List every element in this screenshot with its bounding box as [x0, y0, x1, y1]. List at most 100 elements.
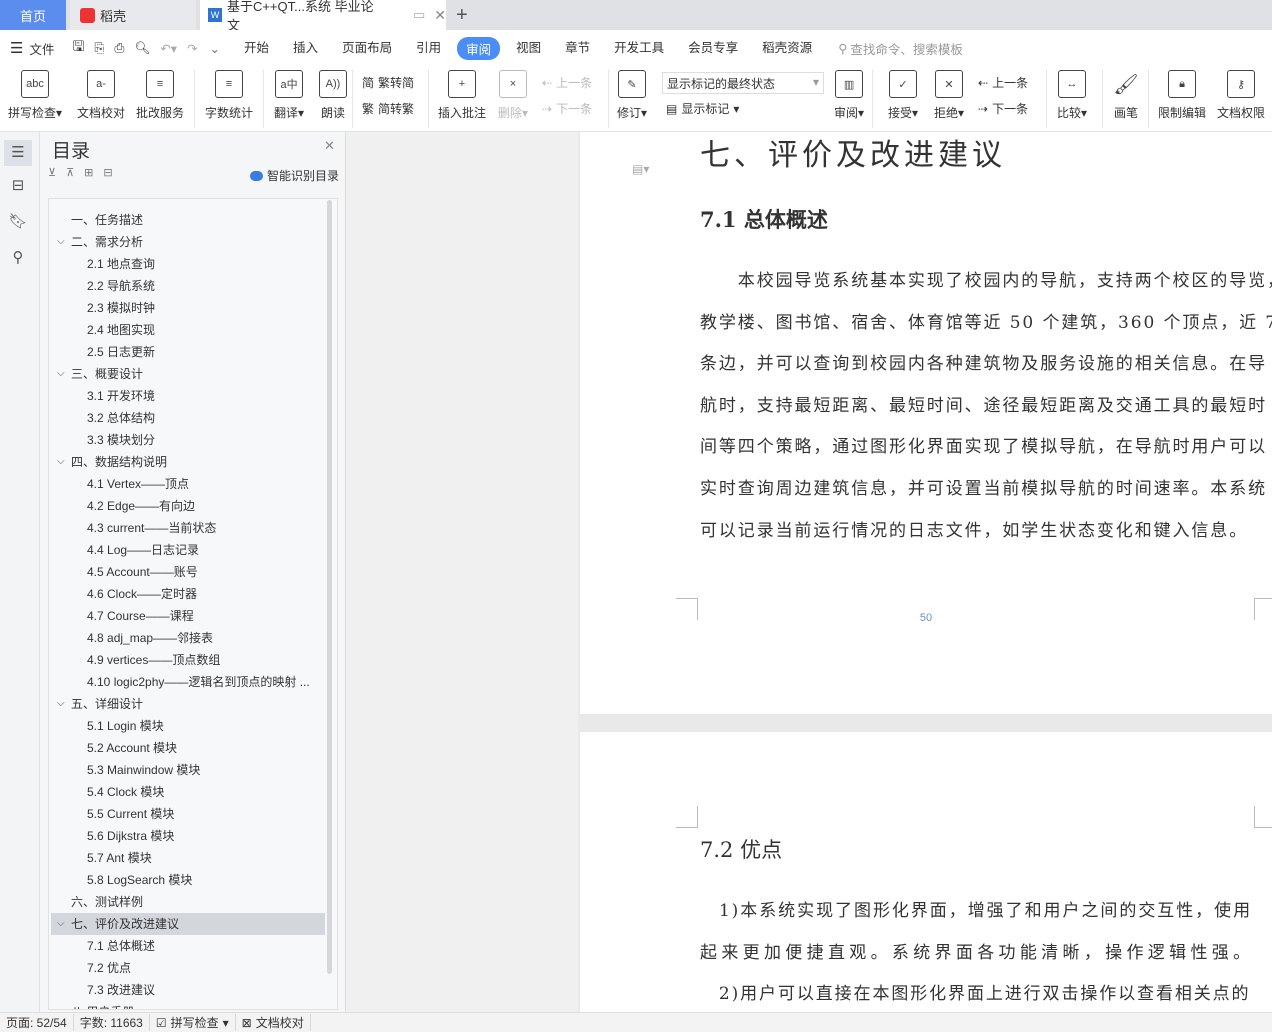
toc-item[interactable]: 5.2 Account 模块 — [51, 737, 325, 759]
close-icon[interactable]: ✕ — [434, 7, 446, 24]
menu-tab[interactable]: 审阅 — [457, 36, 501, 60]
display-mode-select[interactable]: 显示标记的最终状态 ▾ — [662, 72, 824, 94]
word-count[interactable]: 字数: 11663 — [74, 1014, 150, 1031]
delete-comment-button[interactable]: × 删除▾ — [498, 70, 528, 121]
reject-button[interactable]: ✕ 拒绝▾ — [934, 70, 964, 121]
undo-icon[interactable]: ↶▾ — [160, 41, 177, 56]
toc-scrollbar[interactable] — [327, 200, 332, 974]
toc-item[interactable]: ⌵ 五、详细设计 — [51, 693, 325, 715]
menu-tab[interactable]: 会员专享 — [688, 37, 738, 60]
toc-item[interactable]: ⌵ 三、概要设计 — [51, 363, 325, 385]
find-icon[interactable]: ⚲ — [8, 248, 28, 268]
toc-item[interactable]: 5.3 Mainwindow 模块 — [51, 759, 325, 781]
toc-item[interactable]: 7.3 改进建议 — [51, 979, 325, 1001]
save-icon[interactable]: 🖫 — [72, 36, 84, 60]
remove-heading-icon[interactable]: ⊟ — [103, 166, 112, 179]
toc-panel-icon[interactable]: ☰ — [4, 140, 32, 166]
new-tab-button[interactable]: + — [456, 0, 476, 30]
menu-tab[interactable]: 开始 — [244, 37, 269, 60]
doc-rights-button[interactable]: ⚷ 文档权限 — [1217, 70, 1265, 121]
chevron-down-icon[interactable]: ⌵ — [57, 693, 65, 715]
chevron-down-icon[interactable]: ⌵ — [57, 913, 65, 935]
menu-file[interactable]: 文件 — [29, 39, 54, 58]
toc-item[interactable]: 2.1 地点查询 — [51, 253, 325, 275]
expand-up-icon[interactable]: ⊼ — [66, 166, 74, 179]
toc-item[interactable]: 5.5 Current 模块 — [51, 803, 325, 825]
toc-item[interactable]: ⌵ 二、需求分析 — [51, 231, 325, 253]
chevron-down-icon[interactable]: ⌵ — [57, 231, 65, 253]
toc-item[interactable]: 4.7 Course——课程 — [51, 605, 325, 627]
toc-item[interactable]: 2.3 模拟时钟 — [51, 297, 325, 319]
add-heading-icon[interactable]: ⊞ — [84, 166, 93, 179]
redo-icon[interactable]: ↷ — [187, 41, 197, 56]
pin-icon[interactable]: ▭ — [413, 7, 425, 23]
page-indicator[interactable]: 页面: 52/54 — [0, 1014, 74, 1031]
tab-document[interactable]: W 基于C++QT...系统 毕业论文 ▭ ✕ — [200, 0, 446, 33]
toc-item[interactable]: 5.8 LogSearch 模块 — [51, 869, 325, 891]
toc-item[interactable]: 八 用户手册 — [51, 1001, 325, 1009]
prev-comment-button[interactable]: ⇠ 上一条 — [542, 74, 592, 91]
compare-button[interactable]: ↔ 比较▾ — [1057, 70, 1087, 121]
toc-item[interactable]: 4.2 Edge——有向边 — [51, 495, 325, 517]
toc-item[interactable]: 3.2 总体结构 — [51, 407, 325, 429]
review-pane-button[interactable]: ▥ 审阅▾ — [834, 70, 864, 121]
menu-tab[interactable]: 开发工具 — [614, 37, 664, 60]
toc-item[interactable]: 一、任务描述 — [51, 209, 325, 231]
toc-item[interactable]: 7.2 优点 — [51, 957, 325, 979]
chevron-down-icon[interactable]: ⌵ — [57, 363, 65, 385]
translate-button[interactable]: a中 翻译▾ — [274, 70, 304, 121]
proofread-button[interactable]: a- 文档校对 — [77, 70, 125, 121]
word-count-button[interactable]: ≡ 字数统计 — [205, 70, 253, 121]
spell-check-button[interactable]: abc 拼写检查▾ — [8, 70, 62, 121]
toc-item[interactable]: 2.5 日志更新 — [51, 341, 325, 363]
menu-tab[interactable]: 视图 — [516, 37, 541, 60]
tab-docer[interactable]: 稻壳 — [70, 0, 196, 30]
toc-item[interactable]: 2.2 导航系统 — [51, 275, 325, 297]
show-marks-button[interactable]: ▤ 显示标记 ▾ — [666, 100, 739, 117]
toc-item[interactable]: 六、测试样例 — [51, 891, 325, 913]
toc-item[interactable]: 5.6 Dijkstra 模块 — [51, 825, 325, 847]
proofread-status[interactable]: ⊠ 文档校对 — [236, 1014, 311, 1031]
menu-tab[interactable]: 引用 — [416, 37, 441, 60]
pen-button[interactable]: 🖌︎ 画笔 — [1112, 70, 1140, 121]
toc-item[interactable]: 4.9 vertices——顶点数组 — [51, 649, 325, 671]
navigation-icon[interactable]: ⊟ — [8, 176, 28, 196]
collapse-all-icon[interactable]: ⊻ — [48, 166, 56, 179]
toc-item[interactable]: 4.4 Log——日志记录 — [51, 539, 325, 561]
menu-tab[interactable]: 页面布局 — [342, 37, 392, 60]
toc-item[interactable]: 7.1 总体概述 — [51, 935, 325, 957]
track-changes-button[interactable]: ✎ 修订▾ — [617, 70, 647, 121]
chevron-down-icon[interactable]: ⌵ — [57, 451, 65, 473]
correct-service-button[interactable]: ≡ 批改服务 — [136, 70, 184, 121]
bookmark-icon[interactable]: 🔖︎ — [8, 212, 28, 232]
menu-tab[interactable]: 插入 — [293, 37, 318, 60]
paragraph-menu-icon[interactable]: ▤▾ — [632, 162, 649, 176]
accept-button[interactable]: ✓ 接受▾ — [888, 70, 918, 121]
trad-to-simp-button[interactable]: 简繁转简 — [362, 74, 414, 91]
toc-item[interactable]: 4.8 adj_map——邻接表 — [51, 627, 325, 649]
next-comment-button[interactable]: ⇢ 下一条 — [542, 100, 592, 117]
menu-tab[interactable]: 章节 — [565, 37, 590, 60]
toc-item[interactable]: 2.4 地图实现 — [51, 319, 325, 341]
simp-to-trad-button[interactable]: 繁简转繁 — [362, 100, 414, 117]
toc-item[interactable]: 5.1 Login 模块 — [51, 715, 325, 737]
toc-item[interactable]: 4.6 Clock——定时器 — [51, 583, 325, 605]
toc-item[interactable]: 4.3 current——当前状态 — [51, 517, 325, 539]
next-change-button[interactable]: ⇢ 下一条 — [978, 100, 1028, 117]
toc-item[interactable]: 3.3 模块划分 — [51, 429, 325, 451]
restrict-edit-button[interactable]: 🔒︎ 限制编辑 — [1158, 70, 1206, 121]
preview-icon[interactable]: 🔍︎ — [134, 41, 150, 56]
toc-item[interactable]: 4.10 logic2phy——逻辑名到顶点的映射 ... — [51, 671, 325, 693]
prev-change-button[interactable]: ⇠ 上一条 — [978, 74, 1028, 91]
print-icon[interactable]: ⎙ — [114, 41, 124, 56]
menu-icon[interactable]: ☰ — [10, 39, 23, 57]
more-icon[interactable]: ⌄ — [210, 41, 220, 56]
insert-comment-button[interactable]: + 插入批注 — [438, 70, 486, 121]
command-search[interactable]: 查找命令、搜索模板 — [850, 39, 963, 58]
close-icon[interactable]: ✕ — [324, 138, 335, 154]
toc-item[interactable]: 4.5 Account——账号 — [51, 561, 325, 583]
toc-item[interactable]: 3.1 开发环境 — [51, 385, 325, 407]
spell-check-status[interactable]: ☑ 拼写检查 ▾ — [150, 1014, 236, 1031]
menu-tab[interactable]: 稻壳资源 — [762, 37, 812, 60]
toc-item[interactable]: 5.4 Clock 模块 — [51, 781, 325, 803]
